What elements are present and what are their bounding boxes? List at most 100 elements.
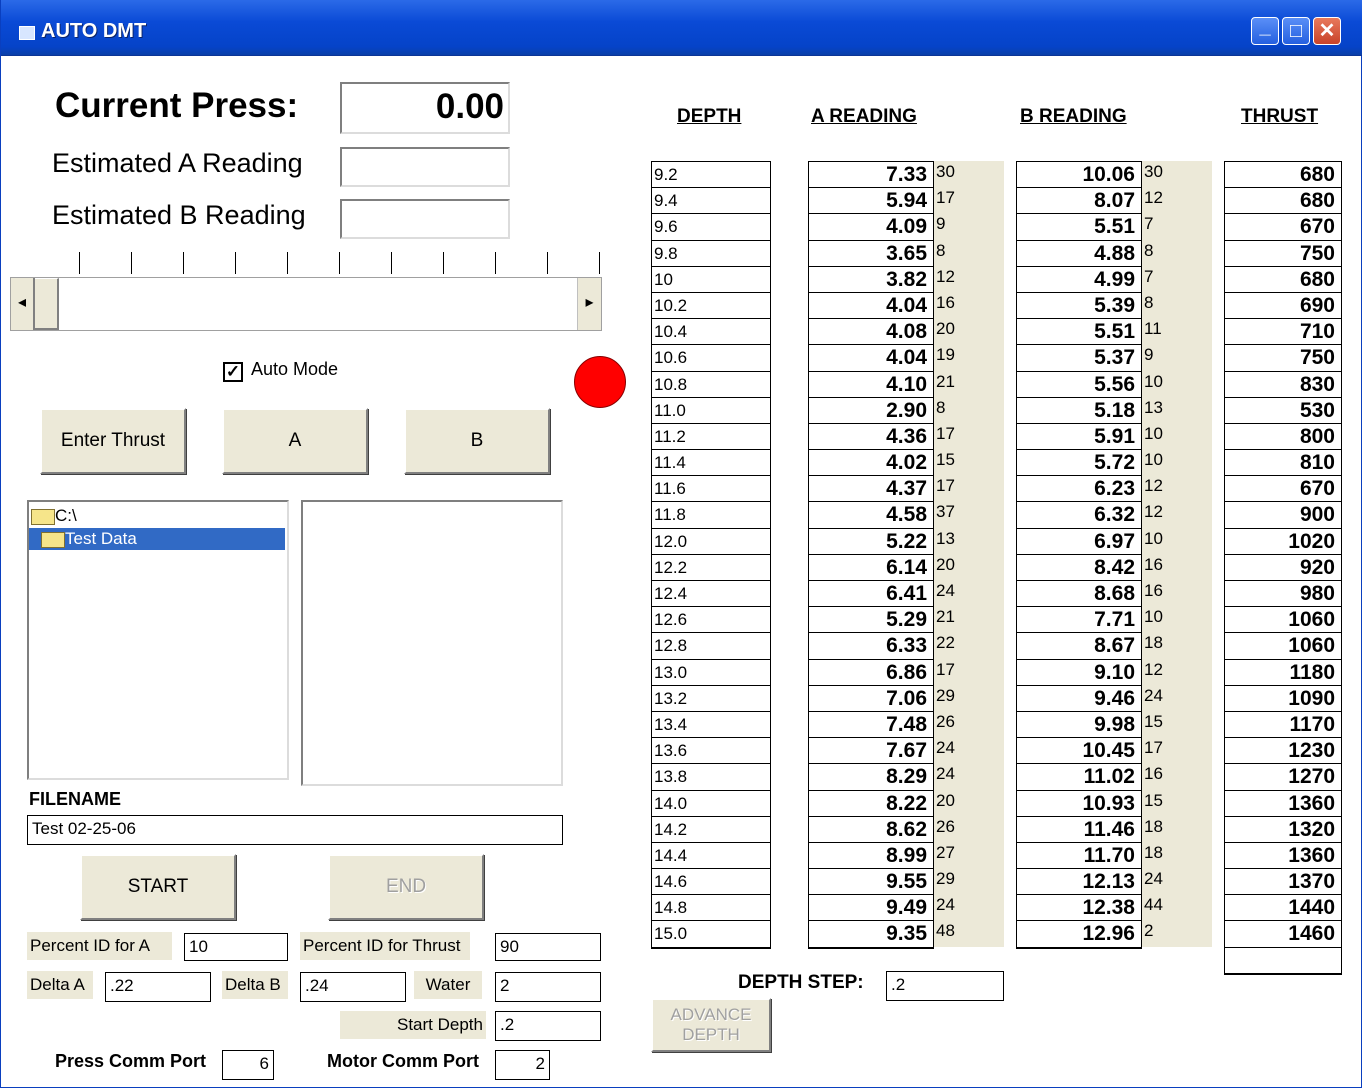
- directory-list[interactable]: C:\ Test Data: [27, 500, 289, 780]
- a-reading-cell[interactable]: 5.94: [809, 188, 933, 215]
- depth-cell[interactable]: 10.2: [652, 293, 770, 320]
- depth-cell[interactable]: 13.4: [652, 712, 770, 739]
- advance-depth-button[interactable]: ADVANCE DEPTH: [651, 998, 771, 1052]
- thrust-cell[interactable]: 1060: [1225, 633, 1341, 660]
- b-reading-cell[interactable]: 5.91: [1017, 424, 1141, 451]
- percent-a-input[interactable]: 10: [184, 933, 288, 961]
- thrust-cell[interactable]: 1060: [1225, 607, 1341, 634]
- a-reading-cell[interactable]: 7.48: [809, 712, 933, 739]
- depth-cell[interactable]: 9.8: [652, 241, 770, 267]
- thrust-cell[interactable]: 530: [1225, 398, 1341, 424]
- thrust-cell[interactable]: 680: [1225, 162, 1341, 189]
- end-button[interactable]: END: [328, 854, 484, 920]
- depth-cell[interactable]: 15.0: [652, 921, 770, 948]
- depth-cell[interactable]: 9.6: [652, 214, 770, 241]
- thrust-cell[interactable]: 1360: [1225, 843, 1341, 870]
- b-reading-cell[interactable]: 10.93: [1017, 791, 1141, 817]
- thrust-cell[interactable]: 1370: [1225, 869, 1341, 896]
- a-reading-cell[interactable]: 9.35: [809, 921, 933, 948]
- a-reading-cell[interactable]: 9.55: [809, 869, 933, 896]
- start-button[interactable]: START: [80, 854, 236, 920]
- a-reading-cell[interactable]: 2.90: [809, 398, 933, 424]
- a-reading-cell[interactable]: 7.33: [809, 162, 933, 189]
- b-reading-cell[interactable]: 7.71: [1017, 607, 1141, 634]
- depth-cell[interactable]: 11.0: [652, 398, 770, 424]
- b-reading-cell[interactable]: 5.37: [1017, 345, 1141, 372]
- thrust-cell[interactable]: 710: [1225, 319, 1341, 346]
- a-reading-cell[interactable]: 8.62: [809, 817, 933, 843]
- thrust-cell[interactable]: 920: [1225, 555, 1341, 581]
- b-reading-cell[interactable]: 10.06: [1017, 162, 1141, 189]
- delta-b-input[interactable]: .24: [300, 972, 406, 1002]
- a-reading-cell[interactable]: 3.65: [809, 241, 933, 267]
- b-reading-cell[interactable]: 8.07: [1017, 188, 1141, 215]
- enter-thrust-button[interactable]: Enter Thrust: [40, 408, 186, 474]
- depth-cell[interactable]: 11.4: [652, 450, 770, 477]
- b-reading-cell[interactable]: 5.72: [1017, 450, 1141, 477]
- press-port-input[interactable]: 6: [222, 1050, 274, 1080]
- thrust-cell[interactable]: 1020: [1225, 529, 1341, 555]
- folder-item-selected[interactable]: Test Data: [29, 528, 285, 550]
- a-reading-cell[interactable]: 5.22: [809, 529, 933, 555]
- thrust-cell[interactable]: 900: [1225, 502, 1341, 529]
- thrust-column[interactable]: 680 680 670 750 680 690 710 750 830 530 800 810 670 9…: [1224, 161, 1342, 975]
- a-reading-cell[interactable]: 4.09: [809, 214, 933, 241]
- a-reading-column[interactable]: 7.33 5.94 4.09 3.65 3.82 4.04 4.08 4.04 4.10 2.90…: [808, 161, 934, 949]
- b-reading-cell[interactable]: 12.38: [1017, 895, 1141, 922]
- a-reading-cell[interactable]: 4.36: [809, 424, 933, 451]
- depth-cell[interactable]: 10.6: [652, 345, 770, 372]
- depth-cell[interactable]: 12.4: [652, 581, 770, 608]
- b-reading-cell[interactable]: 11.70: [1017, 843, 1141, 870]
- thrust-cell[interactable]: [1225, 948, 1341, 974]
- auto-mode-checkbox[interactable]: ✓: [223, 362, 243, 382]
- water-input[interactable]: 2: [495, 972, 601, 1002]
- b-reading-cell[interactable]: 6.97: [1017, 529, 1141, 555]
- b-reading-cell[interactable]: 9.10: [1017, 660, 1141, 686]
- a-reading-cell[interactable]: 7.67: [809, 738, 933, 765]
- thrust-cell[interactable]: 1180: [1225, 660, 1341, 686]
- thrust-cell[interactable]: 1230: [1225, 738, 1341, 765]
- slider-right-arrow[interactable]: ▸: [577, 278, 601, 330]
- b-reading-cell[interactable]: 11.46: [1017, 817, 1141, 843]
- a-button[interactable]: A: [222, 408, 368, 474]
- depth-cell[interactable]: 11.6: [652, 476, 770, 503]
- b-reading-cell[interactable]: 11.02: [1017, 764, 1141, 791]
- b-reading-cell[interactable]: 9.46: [1017, 686, 1141, 712]
- a-reading-cell[interactable]: 6.14: [809, 555, 933, 581]
- depth-cell[interactable]: 12.6: [652, 607, 770, 634]
- start-depth-input[interactable]: .2: [495, 1011, 601, 1041]
- depth-cell[interactable]: 12.2: [652, 555, 770, 581]
- depth-cell[interactable]: 14.2: [652, 817, 770, 843]
- a-reading-cell[interactable]: 9.49: [809, 895, 933, 922]
- close-button[interactable]: ✕: [1313, 17, 1341, 45]
- b-reading-cell[interactable]: 5.18: [1017, 398, 1141, 424]
- a-reading-cell[interactable]: 7.06: [809, 686, 933, 712]
- depth-cell[interactable]: 14.0: [652, 791, 770, 817]
- depth-cell[interactable]: 13.8: [652, 764, 770, 791]
- delta-a-input[interactable]: .22: [105, 972, 211, 1002]
- depth-cell[interactable]: 10.4: [652, 319, 770, 346]
- motor-port-input[interactable]: 2: [495, 1050, 550, 1080]
- b-reading-cell[interactable]: 8.42: [1017, 555, 1141, 581]
- b-reading-cell[interactable]: 4.88: [1017, 241, 1141, 267]
- thrust-cell[interactable]: 800: [1225, 424, 1341, 451]
- thrust-cell[interactable]: 810: [1225, 450, 1341, 477]
- thrust-cell[interactable]: 830: [1225, 372, 1341, 398]
- thrust-cell[interactable]: 1440: [1225, 895, 1341, 922]
- b-reading-cell[interactable]: 5.56: [1017, 372, 1141, 398]
- depth-cell[interactable]: 12.8: [652, 633, 770, 660]
- a-reading-cell[interactable]: 4.58: [809, 502, 933, 529]
- thrust-cell[interactable]: 1460: [1225, 921, 1341, 948]
- depth-step-input[interactable]: .2: [886, 971, 1004, 1001]
- a-reading-cell[interactable]: 4.10: [809, 372, 933, 398]
- slider-left-arrow[interactable]: ◂: [11, 278, 35, 330]
- a-reading-cell[interactable]: 6.86: [809, 660, 933, 686]
- b-reading-cell[interactable]: 5.39: [1017, 293, 1141, 320]
- a-reading-cell[interactable]: 6.33: [809, 633, 933, 660]
- depth-cell[interactable]: 14.8: [652, 895, 770, 922]
- slider-thumb[interactable]: [35, 278, 59, 330]
- depth-cell[interactable]: 10.8: [652, 372, 770, 398]
- depth-cell[interactable]: 14.4: [652, 843, 770, 870]
- depth-cell[interactable]: 10: [652, 267, 770, 293]
- b-reading-cell[interactable]: 6.32: [1017, 502, 1141, 529]
